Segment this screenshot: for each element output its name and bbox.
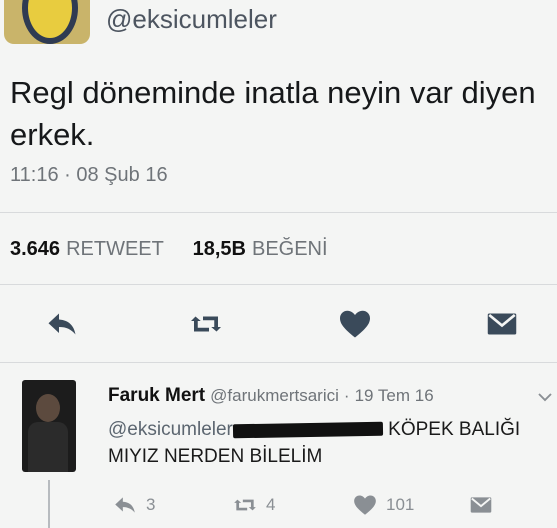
- like-label: BEĞENİ: [251, 238, 328, 260]
- reply-avatar[interactable]: [22, 380, 76, 472]
- reply-text: @eksicumleler KÖPEK BALIĞI MIYIZ NERDEN …: [108, 416, 548, 470]
- reply-like-count: 101: [386, 495, 415, 514]
- profile-avatar[interactable]: [4, 0, 90, 44]
- retweet-stat[interactable]: 3.646 RETWEET: [10, 238, 169, 260]
- retweet-button[interactable]: [186, 304, 226, 344]
- reply-reply-count: 3: [146, 495, 156, 514]
- reply-date: 19 Tem 16: [354, 386, 434, 405]
- tweet-stats: 3.646 RETWEET 18,5B BEĞENİ: [10, 238, 328, 261]
- retweet-count: 3.646: [10, 238, 61, 260]
- heart-icon: [340, 310, 370, 338]
- reply-message-button[interactable]: [468, 490, 494, 520]
- reply-author-name[interactable]: Faruk Mert: [108, 385, 205, 406]
- tweet-handle[interactable]: @eksicumleler: [106, 4, 277, 35]
- tweet-date: 08 Şub 16: [76, 164, 168, 186]
- tweet-timestamp: 11:16 · 08 Şub 16: [10, 164, 168, 187]
- meta-separator: ·: [64, 164, 71, 186]
- chevron-down-icon[interactable]: [536, 388, 554, 406]
- divider: [0, 284, 557, 285]
- tweet-text: Regl döneminde inatla neyin var diyen er…: [10, 75, 536, 152]
- reply-retweet-button[interactable]: 4: [232, 490, 275, 520]
- reply-icon: [48, 313, 76, 335]
- retweet-icon: [191, 316, 221, 332]
- tweet-time: 11:16: [10, 164, 59, 186]
- reply-header: Faruk Mert @farukmertsarici · 19 Tem 16: [108, 385, 434, 407]
- reply-button[interactable]: [42, 304, 82, 344]
- reply-like-button[interactable]: 101: [352, 490, 414, 520]
- reply-retweet-count: 4: [266, 495, 276, 514]
- retweet-label: RETWEET: [66, 238, 164, 260]
- reply-separator: ·: [343, 386, 350, 405]
- retweet-icon: [234, 499, 256, 511]
- reply-mention[interactable]: @eksicumleler: [108, 419, 233, 440]
- redaction-mark: [232, 421, 383, 439]
- reply-icon: [115, 497, 135, 513]
- like-count: 18,5B: [192, 238, 246, 260]
- like-stat[interactable]: 18,5B BEĞENİ: [193, 238, 328, 260]
- divider: [0, 212, 557, 213]
- heart-icon: [354, 495, 376, 515]
- envelope-icon: [470, 497, 492, 513]
- message-button[interactable]: [482, 304, 522, 344]
- thread-line: [48, 480, 50, 528]
- reply-author-handle[interactable]: @farukmertsarici: [210, 386, 339, 405]
- reply-reply-button[interactable]: 3: [112, 490, 155, 520]
- divider: [0, 362, 557, 363]
- like-button[interactable]: [335, 304, 375, 344]
- envelope-icon: [487, 313, 517, 335]
